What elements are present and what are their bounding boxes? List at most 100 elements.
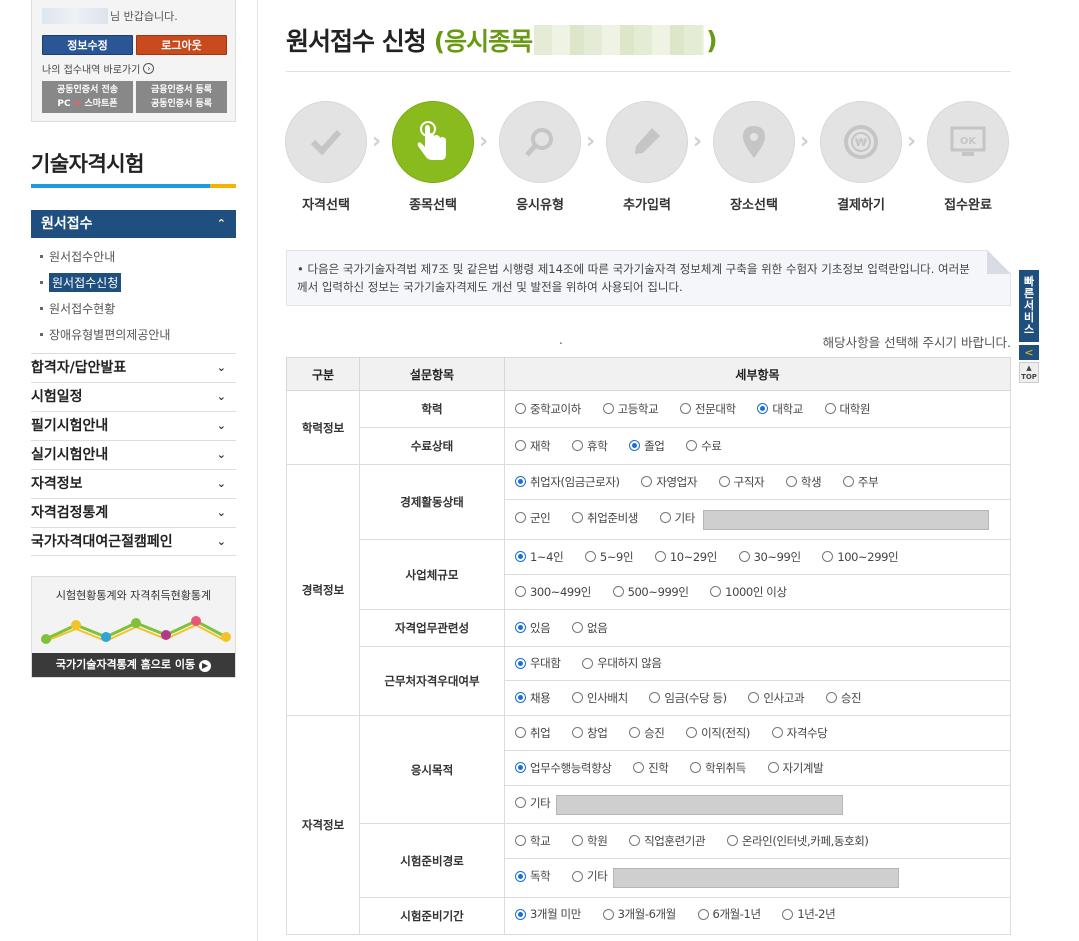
radio-button[interactable] bbox=[515, 797, 526, 808]
radio-button[interactable] bbox=[726, 835, 738, 847]
radio-button[interactable] bbox=[629, 835, 641, 847]
radio-option[interactable]: 기타 bbox=[659, 510, 695, 526]
radio-option[interactable]: 채용 bbox=[515, 690, 551, 706]
radio-option[interactable]: 진학 bbox=[633, 760, 669, 776]
cert-transfer-button[interactable]: 공동인증서 전송 PC ⇒ 스마트폰 bbox=[42, 81, 133, 113]
radio-button[interactable] bbox=[782, 908, 794, 920]
radio-button[interactable] bbox=[584, 551, 596, 563]
radio-option[interactable]: 업무수행능력향상 bbox=[515, 760, 612, 776]
radio-option[interactable]: 학원 bbox=[572, 833, 608, 849]
radio-button[interactable] bbox=[697, 908, 709, 920]
quick-service-toggle[interactable]: < bbox=[1019, 344, 1039, 360]
radio-button[interactable] bbox=[718, 476, 730, 488]
menu-campaign[interactable]: 국가자격대여근절캠페인 ⌄ bbox=[31, 527, 236, 556]
radio-button[interactable] bbox=[515, 586, 526, 598]
radio-option[interactable]: 구직자 bbox=[718, 474, 765, 490]
radio-option[interactable]: 승진 bbox=[629, 725, 665, 741]
radio-button[interactable] bbox=[515, 727, 526, 739]
radio-button-selected[interactable] bbox=[515, 692, 526, 704]
radio-button-selected[interactable] bbox=[515, 908, 526, 920]
radio-button[interactable] bbox=[572, 622, 584, 634]
radio-button[interactable] bbox=[686, 727, 698, 739]
sub-item-status[interactable]: 원서접수현황 bbox=[40, 300, 115, 317]
menu-results[interactable]: 합격자/답안발표 ⌄ bbox=[31, 353, 236, 382]
radio-button-selected[interactable] bbox=[515, 870, 526, 882]
radio-button[interactable] bbox=[842, 476, 854, 488]
radio-option[interactable]: 수료 bbox=[686, 438, 722, 454]
radio-button[interactable] bbox=[767, 762, 779, 774]
radio-button[interactable] bbox=[824, 403, 836, 415]
radio-option[interactable]: 100~299인 bbox=[822, 549, 899, 565]
radio-option[interactable]: 있음 bbox=[515, 620, 551, 636]
radio-option[interactable]: 임금(수당 등) bbox=[649, 690, 727, 706]
radio-option[interactable]: 대학교 bbox=[757, 401, 803, 417]
radio-button[interactable] bbox=[572, 440, 584, 452]
radio-button-selected[interactable] bbox=[515, 762, 526, 774]
radio-option[interactable]: 고등학교 bbox=[602, 401, 659, 417]
radio-option[interactable]: 500~999인 bbox=[612, 584, 689, 600]
radio-button-selected[interactable] bbox=[757, 403, 769, 415]
radio-button[interactable] bbox=[612, 586, 624, 598]
radio-option[interactable]: 전문대학 bbox=[679, 401, 736, 417]
edit-info-button[interactable]: 정보수정 bbox=[42, 35, 133, 55]
radio-option[interactable]: 자격수당 bbox=[771, 725, 828, 741]
radio-button[interactable] bbox=[785, 476, 797, 488]
radio-option[interactable]: 1000인 이상 bbox=[710, 584, 787, 600]
radio-option[interactable]: 자기계발 bbox=[767, 760, 824, 776]
radio-option[interactable]: 중학교이하 bbox=[515, 401, 581, 417]
radio-button[interactable] bbox=[748, 692, 760, 704]
radio-option[interactable]: 자영업자 bbox=[641, 474, 697, 490]
radio-option[interactable]: 취업자(임금근로자) bbox=[515, 474, 620, 490]
radio-option[interactable]: 기타 bbox=[515, 795, 551, 811]
purpose-other-input[interactable] bbox=[556, 794, 844, 815]
radio-option[interactable]: 취업준비생 bbox=[572, 510, 638, 526]
radio-option[interactable]: 1~4인 bbox=[515, 549, 564, 565]
radio-button[interactable] bbox=[654, 551, 666, 563]
radio-option[interactable]: 3개월-6개월 bbox=[602, 906, 676, 922]
radio-button[interactable] bbox=[515, 403, 526, 415]
radio-option[interactable]: 6개월-1년 bbox=[697, 906, 761, 922]
radio-button[interactable] bbox=[515, 835, 526, 847]
radio-option[interactable]: 우대함 bbox=[515, 655, 561, 671]
radio-button[interactable] bbox=[822, 551, 834, 563]
radio-option[interactable]: 직업훈련기관 bbox=[629, 833, 706, 849]
radio-button-selected[interactable] bbox=[629, 440, 641, 452]
sub-item-guide[interactable]: 원서접수안내 bbox=[40, 248, 115, 265]
radio-option[interactable]: 5~9인 bbox=[584, 549, 634, 565]
radio-button[interactable] bbox=[633, 762, 645, 774]
radio-button[interactable] bbox=[572, 692, 584, 704]
radio-option[interactable]: 졸업 bbox=[629, 438, 665, 454]
logout-button[interactable]: 로그아웃 bbox=[136, 35, 227, 55]
cert-register-button[interactable]: 금융인증서 등록 공동인증서 등록 bbox=[136, 81, 227, 113]
radio-option[interactable]: 300~499인 bbox=[515, 584, 591, 600]
radio-button[interactable] bbox=[572, 512, 584, 523]
radio-option[interactable]: 재학 bbox=[515, 438, 551, 454]
menu-qualification-info[interactable]: 자격정보 ⌄ bbox=[31, 469, 236, 498]
radio-button[interactable] bbox=[582, 657, 594, 669]
radio-button[interactable] bbox=[515, 440, 526, 452]
menu-written-exam[interactable]: 필기시험안내 ⌄ bbox=[31, 411, 236, 440]
radio-button[interactable] bbox=[602, 403, 614, 415]
radio-option[interactable]: 주부 bbox=[842, 474, 879, 490]
radio-option[interactable]: 기타 bbox=[572, 868, 608, 884]
statistics-home-link[interactable]: 국가기술자격통계 홈으로 이동 ▶ bbox=[32, 653, 235, 677]
radio-option[interactable]: 창업 bbox=[572, 725, 608, 741]
radio-button[interactable] bbox=[690, 762, 702, 774]
radio-button[interactable] bbox=[825, 692, 837, 704]
radio-button[interactable] bbox=[515, 512, 526, 523]
scroll-top-button[interactable]: ▲ TOP bbox=[1019, 362, 1039, 383]
menu-application[interactable]: 원서접수 ⌃ bbox=[31, 210, 236, 238]
sub-item-apply[interactable]: 원서접수신청 bbox=[40, 273, 122, 292]
menu-statistics[interactable]: 자격검정통계 ⌄ bbox=[31, 498, 236, 527]
radio-option[interactable]: 1년-2년 bbox=[782, 906, 836, 922]
radio-button[interactable] bbox=[738, 551, 750, 563]
radio-option[interactable]: 군인 bbox=[515, 510, 551, 526]
radio-option[interactable]: 우대하지 않음 bbox=[582, 655, 662, 671]
radio-option[interactable]: 휴학 bbox=[572, 438, 608, 454]
radio-option[interactable]: 이직(전직) bbox=[686, 725, 750, 741]
radio-option[interactable]: 학생 bbox=[785, 474, 822, 490]
radio-option[interactable]: 대학원 bbox=[824, 401, 870, 417]
radio-option[interactable]: 학위취득 bbox=[690, 760, 746, 776]
statistics-banner[interactable]: 시험현황통계와 자격취득현황통계 국가기술자격통계 홈으로 이동 ▶ bbox=[31, 576, 236, 678]
menu-practical-exam[interactable]: 실기시험안내 ⌄ bbox=[31, 440, 236, 469]
